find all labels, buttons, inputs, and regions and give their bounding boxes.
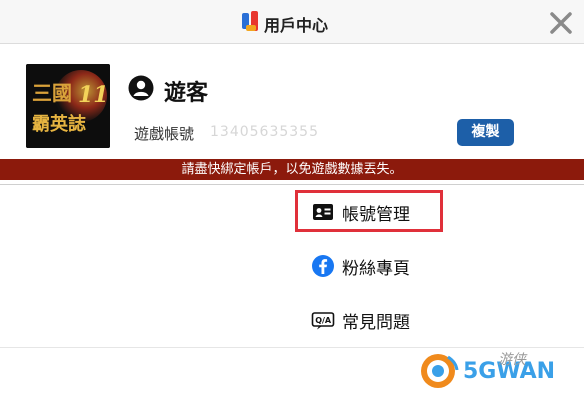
svg-text:11: 11 xyxy=(78,82,109,108)
game-logo-art: 三國 11 霸英誌 xyxy=(26,64,110,148)
highlight-box xyxy=(295,190,443,232)
title-bar: 用戶中心 xyxy=(0,0,584,44)
user-icon xyxy=(128,75,154,101)
watermark-logo-icon xyxy=(421,354,459,388)
svg-text:霸英誌: 霸英誌 xyxy=(32,113,86,135)
qa-icon: Q/A xyxy=(311,312,335,330)
chat-bubble-icon xyxy=(18,309,40,331)
user-name: 遊客 xyxy=(164,81,209,106)
menu-item-label: 綁定平台 xyxy=(50,205,118,225)
menu-item-label: 聯繫客服 xyxy=(50,313,118,333)
menu-item-label: 粉絲專頁 xyxy=(342,259,410,279)
link-icon xyxy=(18,205,40,219)
brand-logo-icon xyxy=(242,11,258,31)
menu-item-bind-platform[interactable]: 綁定平台 xyxy=(0,185,292,239)
account-label: 遊戲帳號 xyxy=(134,125,195,143)
facebook-icon xyxy=(312,255,334,277)
page-title: 用戶中心 xyxy=(264,16,329,35)
close-icon[interactable] xyxy=(548,10,574,36)
game-logo: 三國 11 霸英誌 xyxy=(26,64,110,148)
account-value: 13405635355 xyxy=(210,124,319,140)
svg-text:Q/A: Q/A xyxy=(315,316,332,325)
menu-item-contact-support[interactable]: 聯繫客服 xyxy=(0,293,292,347)
menu-item-label: 常見問題 xyxy=(342,313,410,333)
profile-section: 三國 11 霸英誌 遊客 遊戲帳號 13405635355 複製 xyxy=(0,45,584,157)
menu-item-announcements[interactable]: 最新公告 xyxy=(0,239,292,293)
watermark-signature: 游侠 xyxy=(498,352,526,368)
menu-item-label: 帳號管理 xyxy=(342,205,410,225)
copy-button[interactable]: 複製 xyxy=(457,119,514,146)
menu-item-label: 最新公告 xyxy=(50,259,118,279)
bind-warning-banner: 請盡快綁定帳戶，以免遊戲數據丟失。 xyxy=(0,159,584,180)
megaphone-icon xyxy=(20,259,38,275)
divider xyxy=(292,184,293,346)
id-card-icon xyxy=(313,204,333,220)
svg-text:三國: 三國 xyxy=(32,81,72,105)
